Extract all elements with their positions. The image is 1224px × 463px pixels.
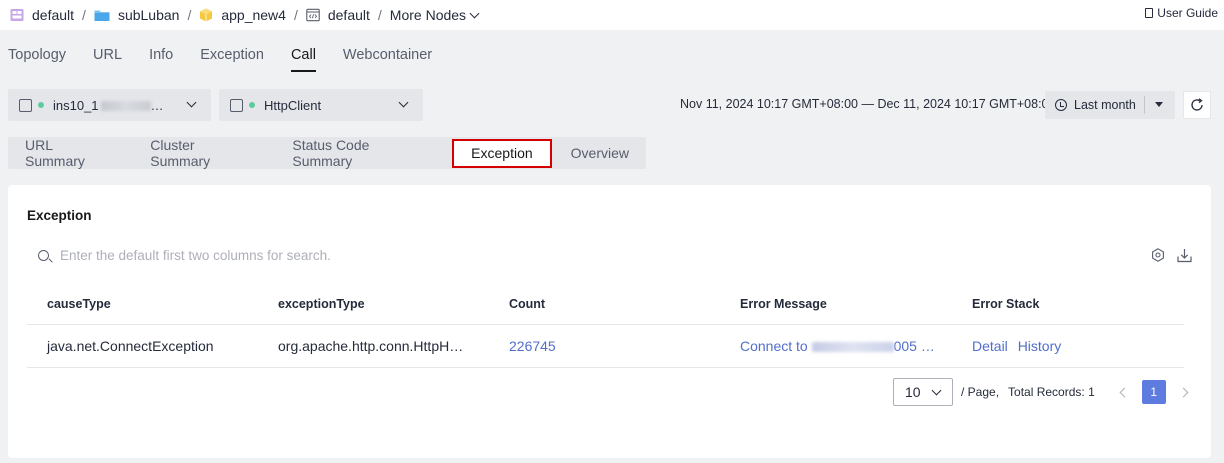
search-input[interactable] [60,247,660,263]
divider [1144,96,1145,114]
subtab-cluster-summary[interactable]: Cluster Summary [133,137,275,169]
cell-error-message: Connect to 005 … [720,324,952,368]
call-type-select[interactable]: HttpClient [219,89,423,121]
caret-down-icon[interactable] [1155,102,1163,107]
cell-exceptiontype: org.apache.http.conn.HttpH… [258,324,489,368]
clock-icon [1055,99,1067,111]
breadcrumb-item-env[interactable]: default [10,7,74,23]
history-link[interactable]: History [1018,338,1062,354]
breadcrumb-separator: / [82,7,86,23]
prev-page-icon[interactable] [1119,387,1130,397]
instance-select-value: ins10_1… [53,97,164,113]
breadcrumb-label: default [327,7,370,23]
subtab-url-summary[interactable]: URL Summary [8,137,133,169]
column-header-error-stack[interactable]: Error Stack [952,285,1184,325]
subtab-exception[interactable]: Exception [452,138,552,168]
chevron-down-icon [931,385,942,396]
column-header-error-message[interactable]: Error Message [720,285,952,325]
call-type-select-value: HttpClient [264,97,322,113]
tab-topology[interactable]: Topology [8,47,66,72]
download-button[interactable] [1176,247,1192,263]
subtab-overview[interactable]: Overview [554,137,646,169]
main-tabs: Topology URL Info Exception Call Webcont… [8,47,459,72]
tab-info[interactable]: Info [149,47,173,72]
status-dot [38,102,44,108]
time-preset-label: Last month [1074,98,1136,112]
instance-select[interactable]: ins10_1… [8,89,211,121]
chevron-down-icon [469,8,480,18]
redacted-ip [100,101,151,112]
detail-link[interactable]: Detail [972,338,1008,354]
tab-call[interactable]: Call [290,47,316,72]
breadcrumb-separator: / [377,7,382,23]
gear-icon [1152,248,1164,262]
sub-tabs: URL Summary Cluster Summary Status Code … [8,137,646,169]
exception-table: causeType exceptionType Count Error Mess… [27,285,1184,368]
call-type-icon [230,98,243,112]
breadcrumb-label: default [32,7,75,23]
redacted-ip [811,341,894,352]
breadcrumb-separator: / [293,7,298,23]
breadcrumb-separator: / [187,7,192,23]
app-icon [199,8,213,22]
exception-card: Exception causeType exceptionType Count … [8,185,1211,458]
refresh-button[interactable] [1183,91,1211,119]
page-size-select[interactable]: 10 [893,378,953,406]
pagination: 10 / Page, Total Records: 1 1 [893,378,1189,406]
breadcrumb-item-app[interactable]: app_new4 [199,7,286,23]
breadcrumb-item-component[interactable]: default [306,7,370,23]
error-message-link[interactable]: Connect to 005 … [740,338,935,354]
time-preset-select[interactable]: Last month [1045,91,1175,119]
component-icon [306,8,320,22]
more-nodes-dropdown[interactable]: More Nodes [389,7,480,23]
chevron-down-icon [398,97,409,108]
time-range-text[interactable]: Nov 11, 2024 10:17 GMT+08:00 — Dec 11, 2… [680,97,1055,111]
user-guide-label: User Guide [1157,6,1218,20]
subtab-status-code-summary[interactable]: Status Code Summary [275,137,450,169]
user-guide-link[interactable]: User Guide [1145,6,1218,20]
table-tools [1140,247,1192,263]
cell-error-stack: Detail History [952,324,1184,368]
table-header-row: causeType exceptionType Count Error Mess… [27,285,1184,325]
more-nodes-label: More Nodes [389,7,467,23]
document-icon [1145,8,1154,18]
breadcrumb-item-folder[interactable]: subLuban [94,7,180,23]
folder-icon [94,8,110,22]
chevron-down-icon [186,97,197,108]
tab-exception[interactable]: Exception [200,47,264,72]
breadcrumb-label: app_new4 [221,7,286,23]
breadcrumb-label: subLuban [117,7,180,23]
instance-icon [19,98,32,112]
total-records: Total Records: 1 [1008,385,1095,399]
page-number-current[interactable]: 1 [1141,380,1166,404]
column-header-causetype[interactable]: causeType [27,285,258,325]
cell-count: 226745 [489,324,720,368]
download-icon [1176,248,1192,262]
tab-url[interactable]: URL [93,47,122,72]
per-page-label: / Page, [961,385,1000,399]
env-icon [10,8,24,22]
breadcrumb-bar: default / subLuban / app_new4 / default … [0,0,1224,30]
search-bar [27,243,1192,267]
breadcrumb: default / subLuban / app_new4 / default … [0,0,480,30]
cell-causetype: java.net.ConnectException [27,324,258,368]
next-page-icon[interactable] [1178,387,1189,397]
column-header-count[interactable]: Count [489,285,720,325]
card-title: Exception [27,208,92,223]
count-link[interactable]: 226745 [509,338,556,354]
search-icon [38,249,49,261]
refresh-icon [1191,98,1203,111]
table-row: java.net.ConnectException org.apache.htt… [27,324,1184,368]
settings-button[interactable] [1150,247,1166,263]
status-dot [249,102,255,108]
page-size-value: 10 [905,384,921,400]
column-header-exceptiontype[interactable]: exceptionType [258,285,489,325]
tab-webcontainer[interactable]: Webcontainer [343,47,432,72]
